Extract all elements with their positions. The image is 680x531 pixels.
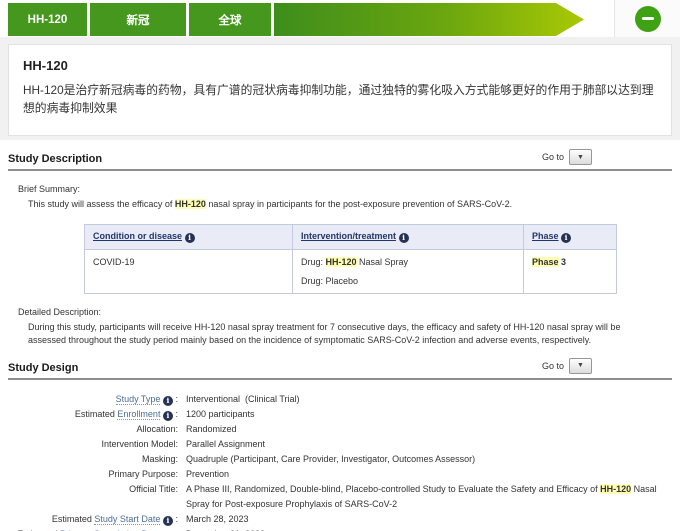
drug-name: Placebo bbox=[326, 276, 359, 286]
detailed-description-label: Detailed Description: bbox=[18, 307, 672, 317]
study-design-rows: Study Type i : Interventional (Clinical … bbox=[8, 392, 672, 531]
intervention-header-link[interactable]: Intervention/treatment bbox=[301, 231, 396, 241]
goto-label: Go to bbox=[542, 152, 564, 162]
chevron-down-icon: ▼ bbox=[577, 154, 584, 161]
condition-header-link[interactable]: Condition or disease bbox=[93, 231, 182, 241]
brief-summary-pre: This study will assess the efficacy of bbox=[28, 199, 175, 209]
intervention-model-label: Intervention Model: bbox=[8, 437, 178, 452]
design-row-start-date: Estimated Study Start Date i : March 28,… bbox=[8, 512, 672, 527]
drug-title: HH-120 bbox=[23, 58, 657, 73]
allocation-value: Randomized bbox=[178, 422, 672, 437]
official-title-pre: A Phase III, Randomized, Double-blind, P… bbox=[186, 484, 600, 494]
design-row-study-type: Study Type i : Interventional (Clinical … bbox=[8, 392, 672, 407]
design-row-primary-completion: Estimated Primary Completion Date i : De… bbox=[8, 527, 672, 531]
primary-purpose-value: Prevention bbox=[178, 467, 672, 482]
drug-prefix: Drug: bbox=[301, 257, 326, 267]
highlight-hh120: HH-120 bbox=[175, 199, 206, 209]
progress-arrow bbox=[274, 3, 584, 36]
goto-label: Go to bbox=[542, 361, 564, 371]
intervention-line: Drug: Placebo bbox=[301, 276, 515, 286]
design-row-masking: Masking: Quadruple (Participant, Care Pr… bbox=[8, 452, 672, 467]
section-title-study-description: Study Description bbox=[8, 153, 102, 165]
breadcrumb-segment-quanqiu[interactable]: 全球 bbox=[189, 3, 271, 36]
study-type-link[interactable]: Study Type bbox=[116, 394, 161, 405]
label-prefix: Estimated bbox=[75, 409, 118, 419]
design-row-official-title: Official Title: A Phase III, Randomized,… bbox=[8, 482, 672, 512]
breadcrumb-bar: HH-120 新冠 全球 bbox=[0, 0, 680, 37]
design-row-intervention-model: Intervention Model: Parallel Assignment bbox=[8, 437, 672, 452]
info-icon[interactable]: i bbox=[561, 233, 571, 243]
enrollment-value: 1200 participants bbox=[178, 407, 672, 422]
breadcrumb-segment-hh120[interactable]: HH-120 bbox=[8, 3, 87, 36]
study-start-date-link[interactable]: Study Start Date bbox=[94, 514, 160, 525]
drug-prefix: Drug: bbox=[301, 276, 326, 286]
goto-dropdown-button[interactable]: ▼ bbox=[569, 149, 592, 165]
masking-value: Quadruple (Participant, Care Provider, I… bbox=[178, 452, 672, 467]
table-header-row: Condition or disease i Intervention/trea… bbox=[85, 224, 617, 249]
brief-summary-post: nasal spray in participants for the post… bbox=[206, 199, 512, 209]
design-row-primary-purpose: Primary Purpose: Prevention bbox=[8, 467, 672, 482]
drug-description: HH-120是治疗新冠病毒的药物，具有广谱的冠状病毒抑制功能，通过独特的雾化吸入… bbox=[23, 82, 657, 118]
goto-control: Go to ▼ bbox=[542, 149, 592, 165]
info-icon[interactable]: i bbox=[163, 516, 173, 526]
highlight-hh120: HH-120 bbox=[600, 484, 631, 494]
breadcrumb-segment-xinguan[interactable]: 新冠 bbox=[90, 3, 186, 36]
brief-summary-label: Brief Summary: bbox=[18, 184, 672, 194]
primary-purpose-label: Primary Purpose: bbox=[8, 467, 178, 482]
header-condition: Condition or disease i bbox=[85, 224, 293, 249]
chevron-down-icon: ▼ bbox=[577, 362, 584, 369]
header-intervention: Intervention/treatment i bbox=[293, 224, 524, 249]
collapse-button[interactable] bbox=[635, 6, 661, 32]
info-icon[interactable]: i bbox=[163, 396, 173, 406]
phase-cell: Phase 3 bbox=[524, 249, 617, 293]
study-start-date-value: March 28, 2023 bbox=[178, 512, 672, 527]
study-description-header: Study Description Go to ▼ bbox=[8, 149, 672, 171]
phase-header-link[interactable]: Phase bbox=[532, 231, 559, 241]
info-icon[interactable]: i bbox=[399, 233, 409, 243]
allocation-label: Allocation: bbox=[8, 422, 178, 437]
label-prefix: Estimated bbox=[52, 514, 95, 524]
highlight-hh120: HH-120 bbox=[326, 257, 357, 267]
drug-name: Nasal Spray bbox=[357, 257, 409, 267]
drug-overview-card: HH-120 HH-120是治疗新冠病毒的药物，具有广谱的冠状病毒抑制功能，通过… bbox=[8, 44, 672, 136]
design-row-allocation: Allocation: Randomized bbox=[8, 422, 672, 437]
phase-number: 3 bbox=[559, 257, 567, 267]
goto-dropdown-button[interactable]: ▼ bbox=[569, 358, 592, 374]
official-title-value: A Phase III, Randomized, Double-blind, P… bbox=[178, 482, 672, 512]
condition-cell: COVID-19 bbox=[85, 249, 293, 293]
main-content: Study Description Go to ▼ Brief Summary:… bbox=[0, 149, 680, 531]
highlight-phase: Phase bbox=[532, 257, 559, 267]
official-title-label: Official Title: bbox=[8, 482, 178, 512]
intervention-cell: Drug: HH-120 Nasal Spray Drug: Placebo bbox=[293, 249, 524, 293]
design-row-enrollment: Estimated Enrollment i : 1200 participan… bbox=[8, 407, 672, 422]
minus-icon bbox=[642, 17, 654, 20]
info-icon[interactable]: i bbox=[163, 411, 173, 421]
intervention-line: Drug: HH-120 Nasal Spray bbox=[301, 257, 515, 267]
study-design-header: Study Design Go to ▼ bbox=[8, 358, 672, 380]
section-title-study-design: Study Design bbox=[8, 362, 78, 374]
brief-summary-text: This study will assess the efficacy of H… bbox=[28, 198, 660, 212]
info-icon[interactable]: i bbox=[185, 233, 195, 243]
header-phase: Phase i bbox=[524, 224, 617, 249]
detailed-description-text: During this study, participants will rec… bbox=[28, 321, 660, 348]
overview-band: HH-120 HH-120是治疗新冠病毒的药物，具有广谱的冠状病毒抑制功能，通过… bbox=[0, 37, 680, 140]
condition-intervention-table: Condition or disease i Intervention/trea… bbox=[84, 224, 617, 294]
intervention-model-value: Parallel Assignment bbox=[178, 437, 672, 452]
table-row: COVID-19 Drug: HH-120 Nasal Spray Drug: … bbox=[85, 249, 617, 293]
primary-completion-date-value: December 31, 2023 bbox=[178, 527, 672, 531]
enrollment-link[interactable]: Enrollment bbox=[117, 409, 160, 420]
topbar-right-panel bbox=[614, 0, 680, 37]
goto-control: Go to ▼ bbox=[542, 358, 592, 374]
masking-label: Masking: bbox=[8, 452, 178, 467]
study-type-value: Interventional (Clinical Trial) bbox=[178, 392, 672, 407]
